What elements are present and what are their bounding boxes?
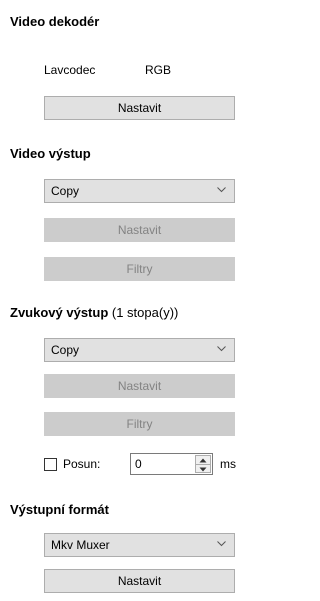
- audio-shift-spinbox[interactable]: 0: [130, 453, 213, 475]
- spin-divider: [196, 464, 210, 465]
- spin-buttons: [195, 455, 211, 473]
- output-format-configure-button[interactable]: Nastavit: [44, 569, 235, 593]
- video-output-select-value: Copy: [51, 184, 80, 198]
- video-decoder-heading: Video dekodér: [10, 14, 100, 29]
- video-output-filters-button[interactable]: Filtry: [44, 257, 235, 281]
- decoder-configure-button[interactable]: Nastavit: [44, 96, 235, 120]
- output-format-heading: Výstupní formát: [10, 502, 109, 517]
- encoding-panel: Video dekodér Lavcodec RGB Nastavit Vide…: [0, 0, 250, 601]
- chevron-down-icon: [217, 187, 226, 193]
- output-format-select[interactable]: Mkv Muxer: [44, 533, 235, 557]
- audio-shift-value: 0: [135, 457, 142, 471]
- video-output-heading: Video výstup: [10, 146, 91, 161]
- audio-track-count: (1 stopa(y)): [111, 305, 179, 320]
- audio-shift-label: Posun:: [63, 457, 101, 471]
- chevron-down-icon: [217, 541, 226, 547]
- chevron-down-icon: [217, 346, 226, 352]
- arrow-up-icon[interactable]: [199, 458, 207, 463]
- decoder-codec-name: Lavcodec: [44, 63, 96, 77]
- video-output-configure-button[interactable]: Nastavit: [44, 218, 235, 242]
- audio-output-filters-button[interactable]: Filtry: [44, 412, 235, 436]
- audio-shift-unit: ms: [220, 457, 236, 471]
- decoder-color-space: RGB: [145, 63, 172, 77]
- audio-output-select-value: Copy: [51, 343, 80, 357]
- audio-output-configure-button[interactable]: Nastavit: [44, 374, 235, 398]
- audio-output-heading: Zvukový výstup (1 stopa(y)): [10, 305, 178, 321]
- arrow-down-icon[interactable]: [199, 467, 207, 472]
- audio-shift-checkbox[interactable]: [44, 458, 57, 471]
- output-format-select-value: Mkv Muxer: [51, 538, 110, 552]
- audio-output-select[interactable]: Copy: [44, 338, 235, 362]
- audio-output-heading-label: Zvukový výstup: [10, 305, 109, 320]
- video-output-select[interactable]: Copy: [44, 179, 235, 203]
